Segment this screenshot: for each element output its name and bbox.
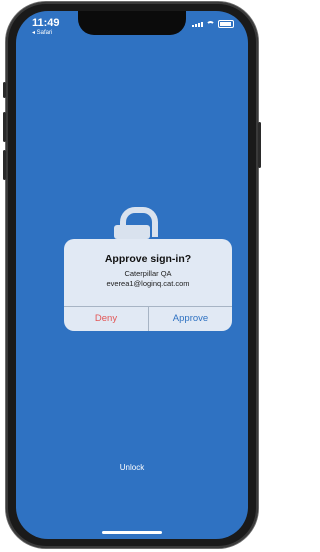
silent-switch (3, 82, 6, 98)
battery-icon (218, 20, 234, 28)
notch (78, 11, 186, 35)
approve-button[interactable]: Approve (149, 307, 232, 331)
lock-screen: 11:49 ◂ Safari Approve sign-in? Caterpil… (16, 11, 248, 539)
back-to-safari-link[interactable]: ◂ Safari (32, 29, 52, 36)
signal-icon (192, 21, 203, 27)
account-email: everea1@loginq.cat.com (106, 279, 190, 288)
wifi-icon (206, 21, 215, 27)
status-time: 11:49 (32, 17, 60, 29)
status-icons (192, 20, 234, 28)
dialog-title: Approve sign-in? (104, 253, 192, 265)
approve-sign-in-dialog: Approve sign-in? Caterpillar QA everea1@… (64, 239, 232, 331)
volume-down-button (3, 150, 6, 180)
lock-icon-body (114, 225, 150, 239)
home-indicator[interactable] (102, 531, 162, 534)
organization-name: Caterpillar QA (124, 269, 172, 278)
deny-button[interactable]: Deny (64, 307, 148, 331)
power-button (258, 122, 261, 168)
volume-up-button (3, 112, 6, 142)
unlock-label[interactable]: Unlock (16, 463, 248, 472)
phone-frame: 11:49 ◂ Safari Approve sign-in? Caterpil… (3, 2, 261, 548)
